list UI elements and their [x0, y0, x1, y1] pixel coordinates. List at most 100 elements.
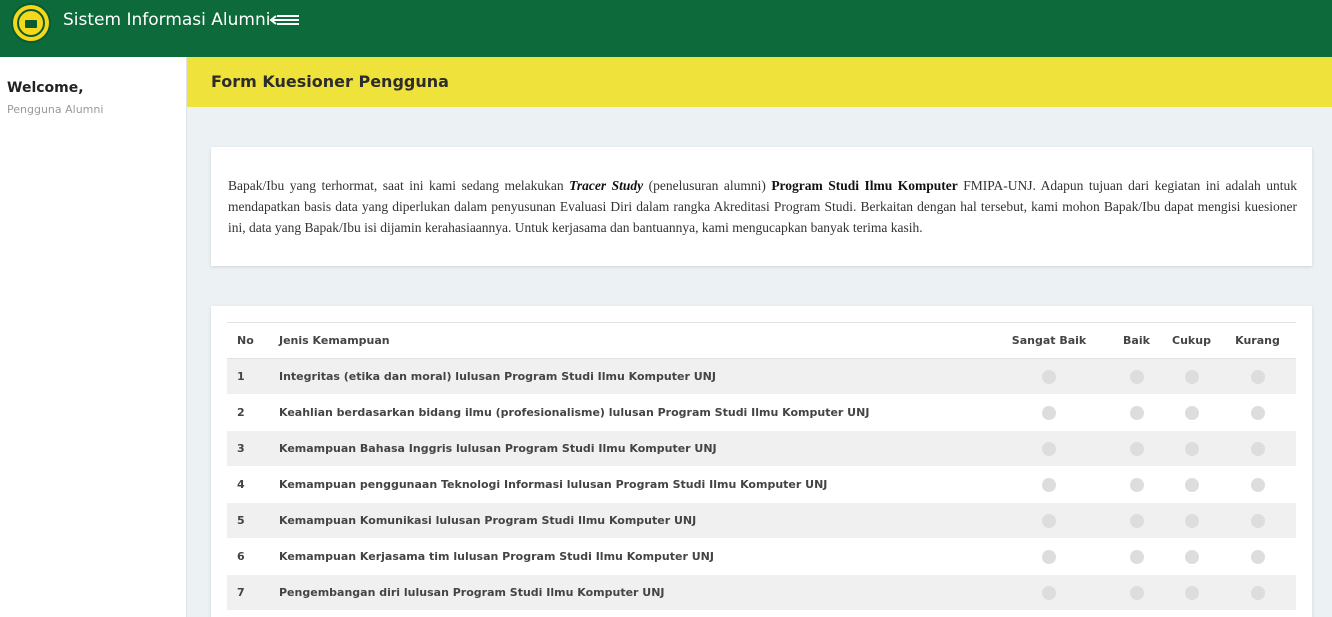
radio-kurang[interactable]: [1250, 513, 1265, 528]
radio-baik[interactable]: [1129, 585, 1144, 600]
radio-baik[interactable]: [1129, 405, 1144, 420]
questionnaire-card: No Jenis Kemampuan Sangat Baik Baik Cuku…: [211, 306, 1312, 617]
cell-baik: [1109, 538, 1164, 575]
cell-kurang: [1219, 538, 1296, 575]
sidebar: Welcome, Pengguna Alumni: [0, 57, 187, 617]
radio-sangat-baik[interactable]: [1042, 477, 1056, 492]
header-jenis: Jenis Kemampuan: [279, 322, 989, 359]
cell-kurang: [1219, 430, 1296, 467]
cell-baik: [1109, 394, 1164, 431]
table-row: 5 Kemampuan Komunikasi lulusan Program St…: [227, 502, 1296, 539]
row-number: 2: [227, 394, 279, 431]
cell-sangat-baik: [989, 502, 1109, 539]
table-row: 6 Kemampuan Kerjasama tim lulusan Program…: [227, 538, 1296, 575]
row-number: 1: [227, 358, 279, 395]
radio-kurang[interactable]: [1250, 477, 1265, 492]
row-number: 7: [227, 574, 279, 611]
cell-baik: [1109, 466, 1164, 503]
radio-cukup[interactable]: [1184, 585, 1199, 600]
row-number: 4: [227, 466, 279, 503]
radio-sangat-baik[interactable]: [1042, 441, 1056, 456]
intro-text-part: (penelusuran alumni): [643, 178, 772, 193]
row-label: Kemampuan Bahasa Inggris lulusan Program…: [279, 430, 989, 467]
radio-kurang[interactable]: [1250, 549, 1265, 564]
row-label: Pengembangan diri lulusan Program Studi …: [279, 574, 989, 611]
welcome-label: Welcome,: [7, 80, 84, 96]
user-name: Pengguna Alumni: [7, 103, 104, 116]
row-label: Kemampuan Komunikasi lulusan Program Stu…: [279, 502, 989, 539]
cell-cukup: [1164, 466, 1219, 503]
university-logo-icon: [11, 3, 51, 43]
cell-kurang: [1219, 466, 1296, 503]
radio-cukup[interactable]: [1184, 369, 1199, 384]
intro-emphasis: Tracer Study: [569, 178, 644, 193]
menu-collapse-icon[interactable]: [269, 10, 301, 30]
row-number: 6: [227, 538, 279, 575]
cell-kurang: [1219, 574, 1296, 611]
radio-baik[interactable]: [1129, 477, 1144, 492]
intro-text-part: Bapak/Ibu yang terhormat, saat ini kami …: [228, 178, 570, 193]
radio-kurang[interactable]: [1250, 441, 1265, 456]
cell-baik: [1109, 502, 1164, 539]
radio-sangat-baik[interactable]: [1042, 585, 1056, 600]
radio-kurang[interactable]: [1250, 585, 1265, 600]
page-title: Form Kuesioner Pengguna: [211, 72, 449, 91]
cell-cukup: [1164, 358, 1219, 395]
table-row: 4 Kemampuan penggunaan Teknologi Informas…: [227, 466, 1296, 503]
header-cukup: Cukup: [1164, 322, 1219, 359]
radio-baik[interactable]: [1129, 549, 1144, 564]
cell-sangat-baik: [989, 538, 1109, 575]
radio-baik[interactable]: [1129, 369, 1144, 384]
radio-kurang[interactable]: [1250, 369, 1265, 384]
radio-sangat-baik[interactable]: [1042, 369, 1056, 384]
radio-cukup[interactable]: [1184, 405, 1199, 420]
radio-cukup[interactable]: [1184, 441, 1199, 456]
radio-baik[interactable]: [1129, 513, 1144, 528]
row-label: Kemampuan penggunaan Teknologi Informasi…: [279, 466, 989, 503]
topbar: Sistem Informasi Alumni: [0, 0, 1332, 57]
intro-strong: Program Studi Ilmu Komputer: [771, 178, 958, 193]
header-sangat-baik: Sangat Baik: [989, 322, 1109, 359]
header-no: No: [227, 322, 279, 359]
radio-cukup[interactable]: [1184, 549, 1199, 564]
cell-baik: [1109, 574, 1164, 611]
table-row: 1 Integritas (etika dan moral) lulusan Pr…: [227, 358, 1296, 395]
row-label: Keahlian berdasarkan bidang ilmu (profes…: [279, 394, 989, 431]
cell-sangat-baik: [989, 574, 1109, 611]
cell-kurang: [1219, 358, 1296, 395]
row-label: Kemampuan Kerjasama tim lulusan Program …: [279, 538, 989, 575]
table-row: 2 Keahlian berdasarkan bidang ilmu (profe…: [227, 394, 1296, 431]
cell-baik: [1109, 358, 1164, 395]
questionnaire-table: No Jenis Kemampuan Sangat Baik Baik Cuku…: [227, 322, 1296, 611]
cell-sangat-baik: [989, 430, 1109, 467]
cell-cukup: [1164, 574, 1219, 611]
cell-kurang: [1219, 394, 1296, 431]
row-number: 5: [227, 502, 279, 539]
cell-sangat-baik: [989, 394, 1109, 431]
cell-kurang: [1219, 502, 1296, 539]
cell-baik: [1109, 430, 1164, 467]
radio-sangat-baik[interactable]: [1042, 549, 1056, 564]
page-header: Form Kuesioner Pengguna: [187, 57, 1332, 107]
radio-cukup[interactable]: [1184, 513, 1199, 528]
cell-sangat-baik: [989, 466, 1109, 503]
cell-cukup: [1164, 394, 1219, 431]
header-kurang: Kurang: [1219, 322, 1296, 359]
header-baik: Baik: [1109, 322, 1164, 359]
intro-text: Bapak/Ibu yang terhormat, saat ini kami …: [228, 175, 1297, 238]
radio-sangat-baik[interactable]: [1042, 405, 1056, 420]
table-row: 3 Kemampuan Bahasa Inggris lulusan Progra…: [227, 430, 1296, 467]
table-row: 7 Pengembangan diri lulusan Program Studi…: [227, 574, 1296, 611]
row-number: 3: [227, 430, 279, 467]
app-title: Sistem Informasi Alumni: [63, 10, 271, 30]
intro-card: Bapak/Ibu yang terhormat, saat ini kami …: [211, 147, 1312, 266]
cell-cukup: [1164, 502, 1219, 539]
radio-baik[interactable]: [1129, 441, 1144, 456]
row-label: Integritas (etika dan moral) lulusan Pro…: [279, 358, 989, 395]
cell-cukup: [1164, 538, 1219, 575]
cell-cukup: [1164, 430, 1219, 467]
table-header-row: No Jenis Kemampuan Sangat Baik Baik Cuku…: [227, 322, 1296, 359]
radio-cukup[interactable]: [1184, 477, 1199, 492]
radio-sangat-baik[interactable]: [1042, 513, 1056, 528]
radio-kurang[interactable]: [1250, 405, 1265, 420]
